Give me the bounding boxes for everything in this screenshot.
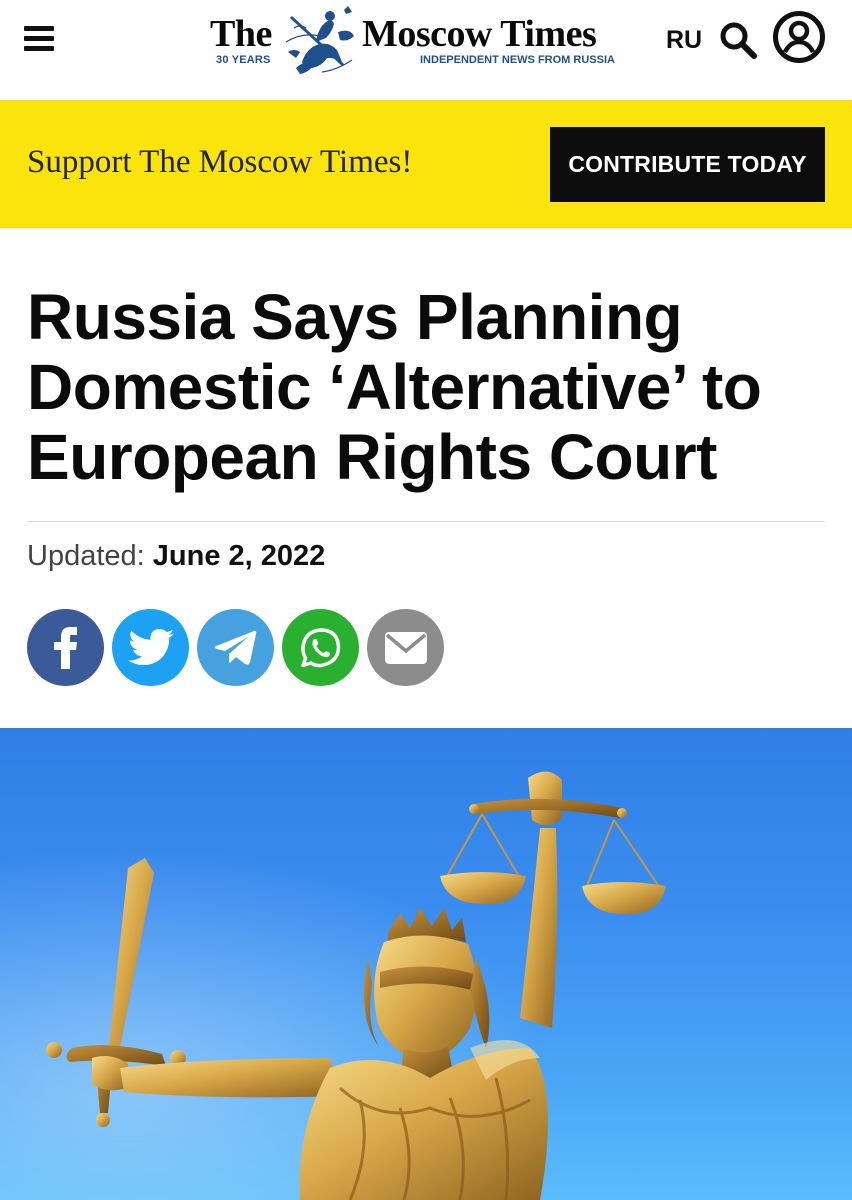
search-icon[interactable] xyxy=(718,20,758,60)
st-george-emblem-icon xyxy=(285,6,354,74)
site-logo[interactable]: The Moscow Times 30 YEARS INDEPENDENT NE… xyxy=(210,4,620,76)
share-telegram-button[interactable] xyxy=(197,609,274,686)
support-banner: Support The Moscow Times! CONTRIBUTE TOD… xyxy=(0,100,852,228)
share-twitter-button[interactable] xyxy=(112,609,189,686)
article-updated: Updated: June 2, 2022 xyxy=(27,540,325,573)
lady-justice-statue-illustration xyxy=(0,728,852,1200)
whatsapp-icon xyxy=(300,627,340,667)
twitter-icon xyxy=(127,628,174,665)
article-headline: Russia Says Planning Domestic ‘Alternati… xyxy=(27,281,762,493)
article-hero-image xyxy=(0,728,852,1200)
logo-tagline: INDEPENDENT NEWS FROM RUSSIA xyxy=(420,54,615,66)
logo-name-text: Moscow Times xyxy=(362,13,597,55)
updated-label: Updated: xyxy=(27,540,145,572)
share-email-button[interactable] xyxy=(367,609,444,686)
share-buttons xyxy=(27,609,444,687)
account-icon[interactable] xyxy=(772,10,826,64)
facebook-icon xyxy=(53,626,77,669)
telegram-icon xyxy=(214,630,256,665)
logo-the-text: The xyxy=(210,13,272,55)
headline-divider xyxy=(27,521,825,522)
support-banner-text: Support The Moscow Times! xyxy=(27,144,413,180)
envelope-icon xyxy=(384,631,427,664)
contribute-today-button[interactable]: CONTRIBUTE TODAY xyxy=(550,127,825,202)
updated-date: June 2, 2022 xyxy=(152,540,326,572)
share-facebook-button[interactable] xyxy=(27,609,104,686)
site-header: The Moscow Times 30 YEARS INDEPENDENT NE… xyxy=(0,0,852,100)
language-switch[interactable]: RU xyxy=(666,26,702,55)
hamburger-menu-icon[interactable] xyxy=(24,24,56,52)
logo-years-text: 30 YEARS xyxy=(216,54,271,66)
share-whatsapp-button[interactable] xyxy=(282,609,359,686)
